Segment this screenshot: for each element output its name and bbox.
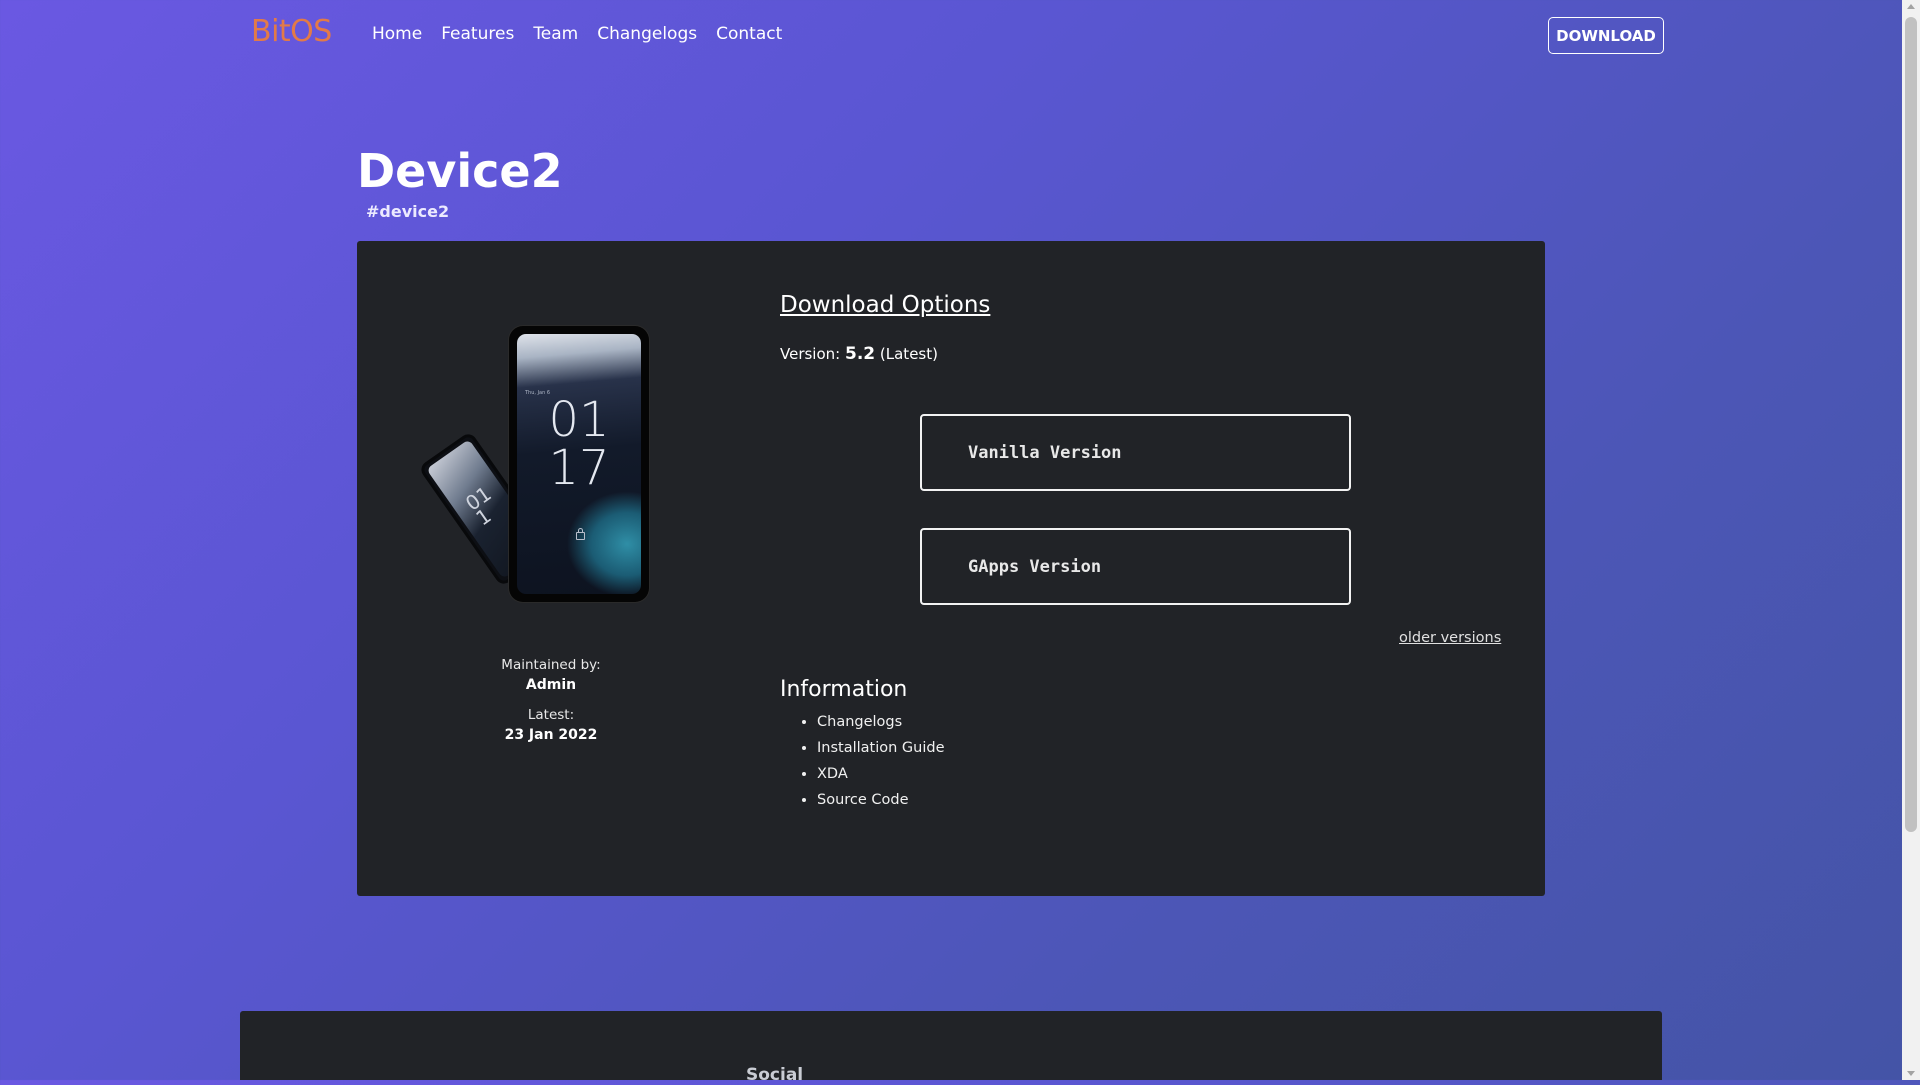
download-options-heading[interactable]: Download Options [780,292,990,318]
info-link-changelogs[interactable]: Changelogs [817,709,945,735]
footer: Social [240,1011,1662,1085]
info-link-source-code[interactable]: Source Code [817,787,945,813]
vertical-scrollbar[interactable] [1902,0,1920,1080]
version-prefix: Version: [780,345,841,363]
page: BitOS Home Features Team Changelogs Cont… [0,0,1902,1085]
phone-front-image: Thu, Jan 6 01 17 [509,326,649,602]
page-title: Device2 [357,144,563,198]
vanilla-version-button[interactable]: Vanilla Version [920,414,1351,491]
nav-link-features[interactable]: Features [441,24,514,44]
older-versions-link[interactable]: older versions [1399,630,1501,646]
device-meta: Maintained by: Admin Latest: 23 Jan 2022 [457,655,645,745]
device-image: 01 1 Thu, Jan 6 01 17 [417,326,662,616]
scroll-down-arrow-icon[interactable] [1907,1071,1915,1076]
nav-link-team[interactable]: Team [533,24,578,44]
scrollbar-thumb[interactable] [1905,17,1917,832]
nav-link-contact[interactable]: Contact [716,24,782,44]
top-nav: BitOS Home Features Team Changelogs Cont… [0,0,1902,70]
maintained-by-label: Maintained by: [501,657,601,673]
scroll-up-arrow-icon[interactable] [1907,4,1915,9]
information-list: Changelogs Installation Guide XDA Source… [799,709,945,813]
device-card: 01 1 Thu, Jan 6 01 17 Maintained by: Adm… [357,241,1545,896]
nav-links: Home Features Team Changelogs Contact [372,24,782,44]
info-link-xda[interactable]: XDA [817,761,945,787]
latest-date: 23 Jan 2022 [504,727,598,743]
version-line: Version: 5.2 (Latest) [780,344,938,364]
maintainer-name: Admin [525,677,577,693]
download-button[interactable]: DOWNLOAD [1548,17,1664,54]
gapps-version-button[interactable]: GApps Version [920,528,1351,605]
brand-logo[interactable]: BitOS [251,14,332,49]
information-heading: Information [780,677,908,702]
lock-icon [576,528,585,540]
social-heading: Social [746,1065,804,1085]
version-suffix: (Latest) [879,345,938,363]
phone-clock: 01 17 [548,392,610,496]
nav-link-home[interactable]: Home [372,24,422,44]
info-link-installation-guide[interactable]: Installation Guide [817,735,945,761]
version-number: 5.2 [845,344,876,364]
device-codename: #device2 [366,202,450,221]
latest-label: Latest: [527,707,575,723]
nav-link-changelogs[interactable]: Changelogs [597,24,697,44]
